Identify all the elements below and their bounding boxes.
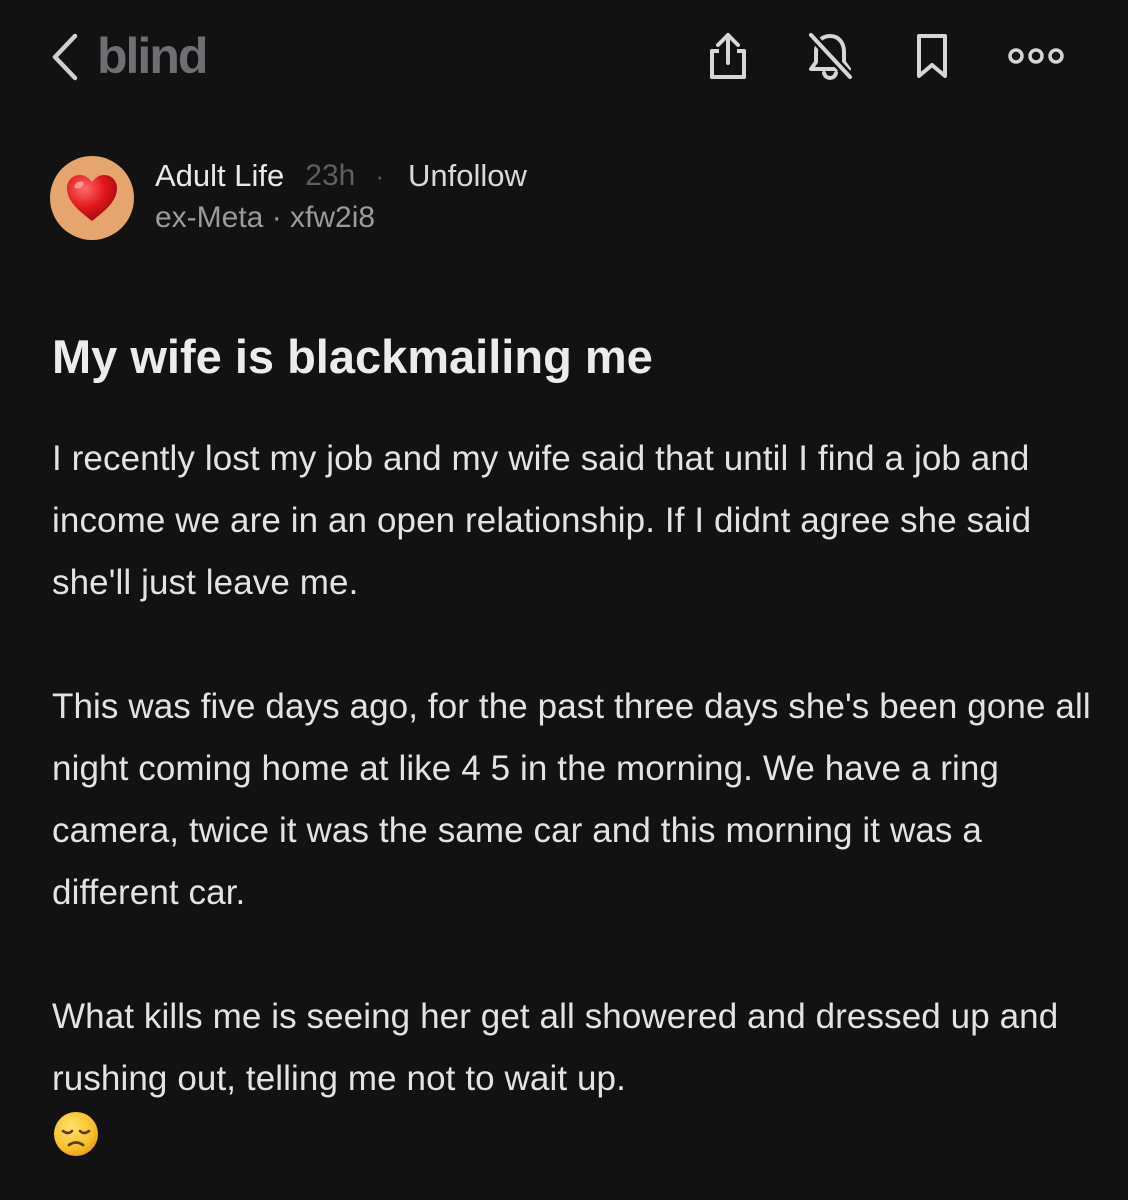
brand-logo: blind: [97, 28, 208, 84]
bell-off-icon: [807, 31, 854, 81]
more-options-button[interactable]: [1005, 30, 1067, 82]
author-meta-line: ex-Meta · xfw2i8: [155, 201, 375, 235]
post-paragraph: What kills me is seeing her get all show…: [52, 997, 1059, 1098]
bookmark-button[interactable]: [906, 30, 958, 82]
separator-dot: ·: [375, 160, 384, 191]
mute-notifications-button[interactable]: [804, 30, 856, 82]
chevron-left-icon: [52, 33, 78, 81]
bookmark-icon: [917, 34, 947, 78]
channel-name-link[interactable]: Adult Life: [155, 158, 284, 194]
avatar[interactable]: [50, 156, 134, 240]
share-icon: [710, 33, 746, 79]
post-paragraph: I recently lost my job and my wife said …: [52, 439, 1032, 602]
heart-icon: [67, 175, 117, 221]
author-info-line: Adult Life 23h · Unfollow: [155, 156, 527, 196]
disappointed-face-emoji: [54, 1112, 98, 1156]
top-navigation-bar: blind: [0, 0, 1128, 115]
back-button[interactable]: [44, 28, 88, 86]
author-username: xfw2i8: [290, 201, 376, 234]
author-company: ex-Meta: [155, 201, 264, 234]
meta-separator: ·: [263, 201, 291, 234]
post-author-row: Adult Life 23h · Unfollow ex-Meta · xfw2…: [50, 153, 1080, 245]
share-button[interactable]: [702, 30, 754, 82]
post-paragraph: This was five days ago, for the past thr…: [52, 687, 1091, 912]
more-icon: [1008, 48, 1064, 64]
post-timestamp: 23h: [305, 159, 356, 192]
post-title: My wife is blackmailing me: [52, 330, 653, 383]
unfollow-button[interactable]: Unfollow: [408, 158, 527, 194]
post-body: I recently lost my job and my wife said …: [52, 428, 1092, 1158]
